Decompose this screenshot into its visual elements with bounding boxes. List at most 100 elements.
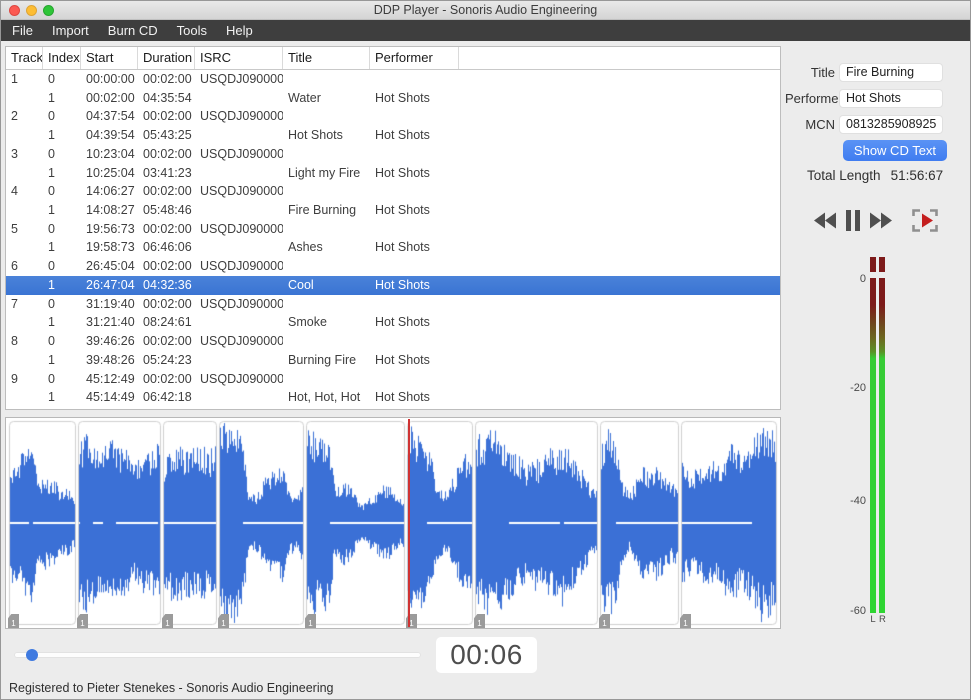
- cell-filler: [459, 220, 780, 239]
- cell-title: Hot Shots: [288, 128, 343, 143]
- cell-performer: Hot Shots: [375, 203, 430, 218]
- index-marker: 1: [599, 614, 610, 628]
- cell-duration: 05:24:23: [143, 352, 192, 367]
- menu-item-tools[interactable]: Tools: [177, 20, 207, 41]
- table-row[interactable]: 6 0 26:45:04 00:02:00 USQDJ0900006: [6, 257, 780, 276]
- cell-start: 39:48:26: [86, 352, 135, 367]
- cell-duration: 04:32:36: [143, 277, 192, 292]
- table-row[interactable]: 1 14:08:27 05:48:46 Fire Burning Hot Shots: [6, 201, 780, 220]
- cell-performer: [370, 70, 459, 89]
- cell-title: [283, 107, 370, 126]
- mcn-label: MCN: [805, 116, 835, 132]
- cell-start: 45:12:49: [86, 371, 135, 386]
- cell-start: 39:46:26: [86, 334, 135, 349]
- cell-index: 1: [48, 240, 55, 255]
- cell-filler: [459, 145, 780, 164]
- table-row[interactable]: 1 26:47:04 04:32:36 Cool Hot Shots: [6, 275, 780, 295]
- cell-duration: 03:41:23: [143, 165, 192, 180]
- menu-bar: File Import Burn CD Tools Help: [1, 20, 970, 41]
- play-selection-button[interactable]: [912, 209, 938, 232]
- column-header-index[interactable]: Index: [43, 47, 81, 69]
- pause-button[interactable]: [846, 210, 861, 231]
- table-row[interactable]: 8 0 39:46:26 00:02:00 USQDJ0900008: [6, 332, 780, 351]
- cell-duration: 05:43:25: [143, 128, 192, 143]
- cell-track: 8: [11, 334, 18, 349]
- cell-index: 0: [48, 109, 55, 124]
- menu-item-file[interactable]: File: [12, 20, 33, 41]
- cell-duration: 00:02:00: [143, 184, 192, 199]
- column-header-duration[interactable]: Duration: [138, 47, 195, 69]
- position-slider[interactable]: [14, 649, 421, 661]
- waveform-canvas[interactable]: [8, 420, 778, 626]
- column-header-title[interactable]: Title: [283, 47, 370, 69]
- cell-isrc: USQDJ0900003: [200, 146, 283, 161]
- cell-isrc: [195, 351, 283, 370]
- registration-text: Registered to Pieter Stenekes - Sonoris …: [9, 681, 334, 695]
- cell-isrc: USQDJ0900006: [200, 259, 283, 274]
- table-row[interactable]: 1 39:48:26 05:24:23 Burning Fire Hot Shots: [6, 350, 780, 370]
- pause-icon: [846, 210, 860, 231]
- cell-title: [283, 220, 370, 239]
- play-selection-icon: [912, 209, 938, 232]
- mcn-field-row: MCN: [785, 114, 948, 134]
- performer-input[interactable]: [839, 88, 943, 108]
- cell-index: 0: [48, 72, 55, 86]
- column-header-start[interactable]: Start: [81, 47, 138, 69]
- table-row[interactable]: 1 45:14:49 06:42:18 Hot, Hot, Hot Hot Shots: [6, 388, 780, 407]
- cell-track: 4: [11, 184, 18, 199]
- slider-thumb[interactable]: [26, 649, 38, 661]
- cell-duration: 06:46:06: [143, 240, 192, 255]
- cell-track: [6, 89, 43, 108]
- cell-track: [6, 313, 43, 332]
- cell-index: 1: [48, 128, 55, 143]
- table-row[interactable]: 1 04:39:54 05:43:25 Hot Shots Hot Shots: [6, 126, 780, 145]
- menu-item-help[interactable]: Help: [226, 20, 253, 41]
- cell-index: 0: [48, 221, 55, 236]
- table-row[interactable]: 1 19:58:73 06:46:06 Ashes Hot Shots: [6, 238, 780, 258]
- column-header-track[interactable]: Track: [6, 47, 43, 69]
- cell-index: 1: [48, 315, 55, 330]
- cell-duration: 00:02:00: [143, 72, 192, 86]
- column-header-isrc[interactable]: ISRC: [195, 47, 283, 69]
- table-row[interactable]: 9 0 45:12:49 00:02:00 USQDJ0900009: [6, 369, 780, 389]
- show-cd-text-button[interactable]: Show CD Text: [843, 140, 947, 161]
- waveform-overview[interactable]: 111111111: [5, 417, 781, 629]
- cell-start: 14:06:27: [86, 184, 135, 199]
- table-row[interactable]: 7 0 31:19:40 00:02:00 USQDJ0900007: [6, 294, 780, 314]
- cell-duration: 00:02:00: [143, 259, 192, 274]
- mcn-input[interactable]: [839, 114, 943, 134]
- table-row[interactable]: 1 0 00:00:00 00:02:00 USQDJ0900001: [6, 70, 780, 89]
- cell-duration: 00:02:00: [143, 296, 192, 311]
- cell-track: 7: [11, 296, 18, 311]
- cell-isrc: [195, 238, 283, 257]
- meter-bar-right: [879, 278, 885, 613]
- menu-item-import[interactable]: Import: [52, 20, 89, 41]
- meter-clip-right: [879, 257, 885, 272]
- cell-isrc: [195, 388, 283, 407]
- cell-filler: [459, 164, 780, 183]
- cell-start: 14:08:27: [86, 203, 135, 218]
- cell-performer: [370, 107, 459, 126]
- cell-filler: [459, 257, 780, 276]
- table-row[interactable]: 2 0 04:37:54 00:02:00 USQDJ0900002: [6, 107, 780, 127]
- cell-filler: [459, 351, 780, 370]
- cell-filler: [459, 332, 780, 351]
- cell-filler: [459, 70, 780, 89]
- menu-item-burn-cd[interactable]: Burn CD: [108, 20, 158, 41]
- column-header-performer[interactable]: Performer: [370, 47, 459, 69]
- total-length-value: 51:56:67: [890, 168, 944, 183]
- rewind-button[interactable]: [814, 212, 836, 229]
- table-row[interactable]: 1 00:02:00 04:35:54 Water Hot Shots: [6, 88, 780, 108]
- table-row[interactable]: 1 31:21:40 08:24:61 Smoke Hot Shots: [6, 313, 780, 333]
- table-row[interactable]: 3 0 10:23:04 00:02:00 USQDJ0900003: [6, 144, 780, 164]
- track-table: Track Index Start Duration ISRC Title Performe…: [5, 46, 781, 410]
- title-input[interactable]: [839, 62, 943, 82]
- cell-filler: [459, 370, 780, 389]
- table-row[interactable]: 4 0 14:06:27 00:02:00 USQDJ0900004: [6, 182, 780, 202]
- fast-forward-button[interactable]: [870, 212, 892, 229]
- cell-isrc: USQDJ0900004: [200, 184, 283, 199]
- table-row[interactable]: 5 0 19:56:73 00:02:00 USQDJ0900005: [6, 219, 780, 239]
- table-row[interactable]: 1 10:25:04 03:41:23 Light my Fire Hot Shots: [6, 163, 780, 183]
- cell-duration: 08:24:61: [143, 315, 192, 330]
- cell-duration: 00:02:00: [143, 371, 192, 386]
